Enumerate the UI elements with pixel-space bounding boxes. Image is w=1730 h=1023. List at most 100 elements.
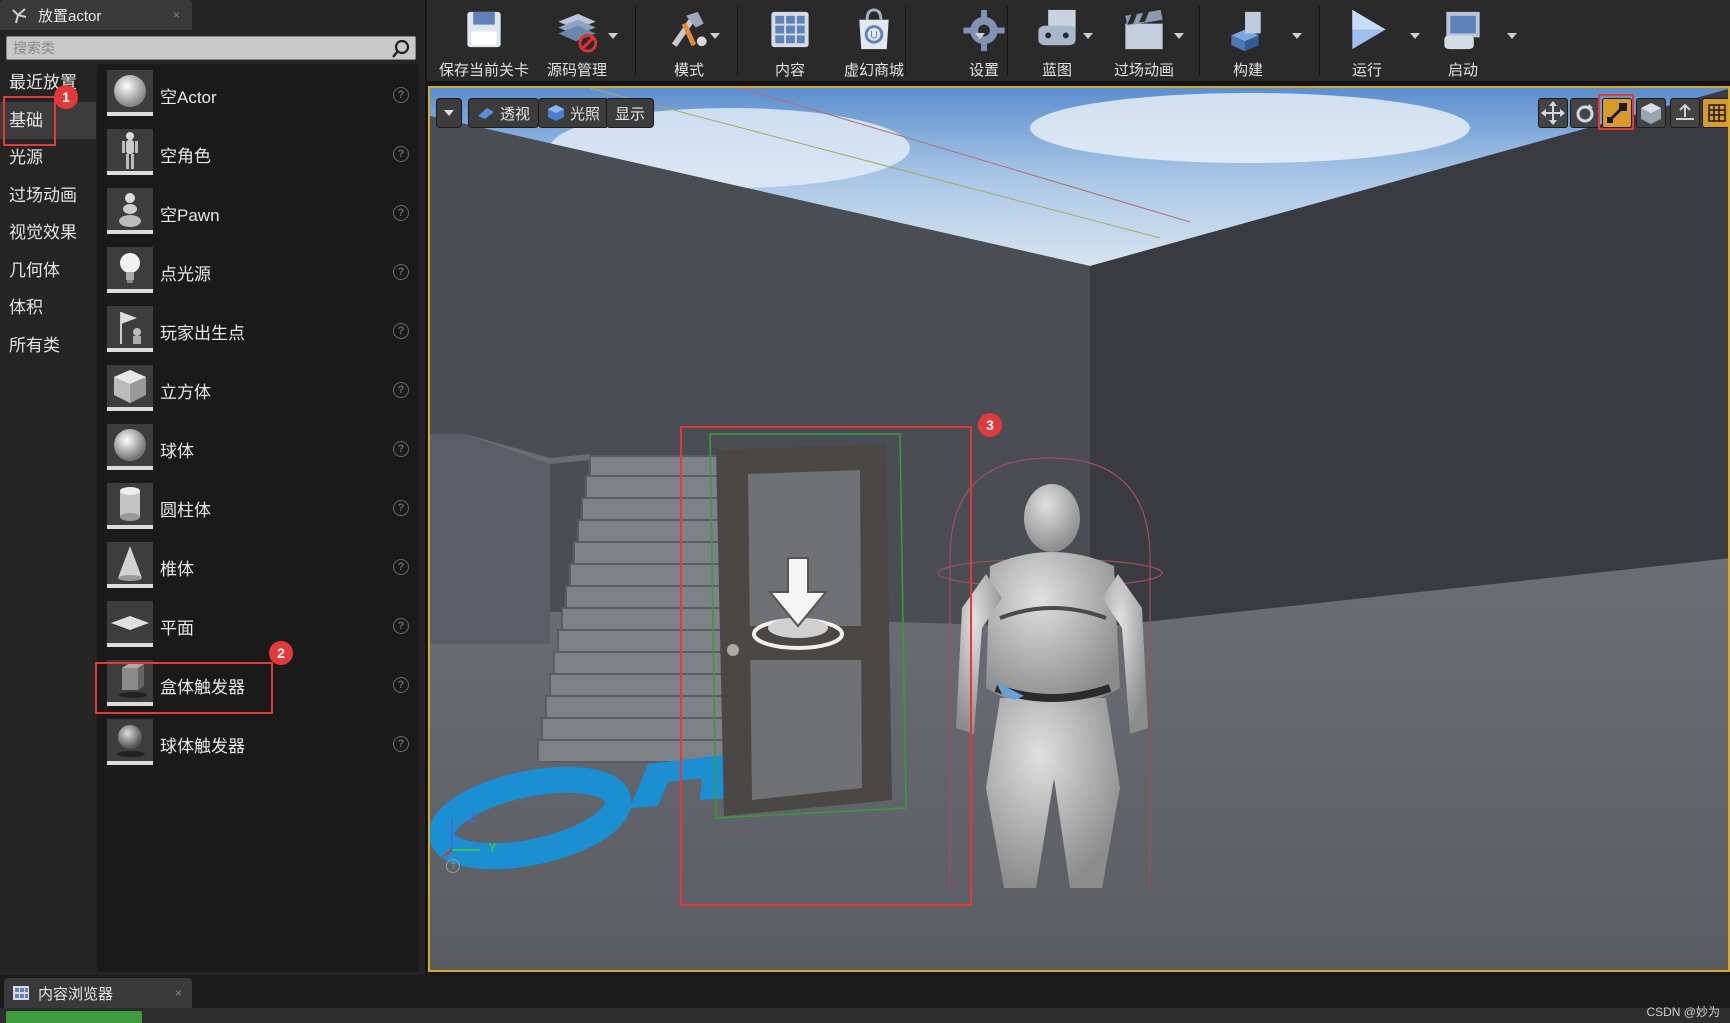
rotate-tool-icon[interactable] (1570, 98, 1600, 128)
svg-text:U: U (870, 29, 878, 41)
help-icon[interactable]: ? (393, 323, 409, 339)
list-item-sphere-trigger[interactable]: 球体触发器 ? (97, 715, 419, 773)
category-volumes[interactable]: 体积 (0, 289, 96, 327)
category-basic[interactable]: 基础 (0, 101, 96, 139)
list-item-empty-character[interactable]: 空角色 ? (97, 125, 419, 183)
list-item-empty-actor[interactable]: 空Actor ? (97, 66, 419, 124)
place-actors-panel: 放置actor × 最近放置 基础 光源 过场动画 视觉效果 几何体 体积 所有… (0, 0, 425, 975)
category-lights[interactable]: 光源 (0, 139, 96, 177)
list-item-cylinder[interactable]: 圆柱体 ? (97, 479, 419, 537)
marketplace-button[interactable]: U 虚幻商城 (824, 0, 924, 80)
help-icon[interactable]: ? (393, 205, 409, 221)
category-cinematic[interactable]: 过场动画 (0, 177, 96, 215)
help-icon[interactable]: ? (446, 859, 460, 873)
toolbar-label: 启动 (1447, 62, 1478, 79)
close-icon[interactable]: × (175, 986, 182, 1000)
grid-snap-icon[interactable] (1702, 98, 1728, 128)
list-item-cone[interactable]: 椎体 ? (97, 538, 419, 596)
category-recent[interactable]: 最近放置 (0, 64, 96, 102)
build-button[interactable]: 构建 (1208, 0, 1288, 80)
modes-button[interactable]: 模式 (649, 0, 729, 80)
save-current-level-button[interactable]: 保存当前关卡 (436, 0, 532, 80)
help-icon[interactable]: ? (393, 87, 409, 103)
lighting-button[interactable]: 光照 (538, 98, 610, 128)
viewport-options-button[interactable] (436, 98, 462, 128)
surface-snapping-icon[interactable] (1670, 98, 1700, 128)
blueprints-button[interactable]: 蓝图 (1022, 0, 1092, 80)
axis-y-label: Y (488, 840, 497, 855)
bottom-bar: 内容浏览器 × CSDN @妙为 (0, 975, 1730, 1023)
help-icon[interactable]: ? (393, 559, 409, 575)
list-item-sphere[interactable]: 球体 ? (97, 420, 419, 478)
mannequin-icon (107, 129, 153, 175)
source-control-button[interactable]: 源码管理 (537, 0, 617, 80)
toolbar-separator (635, 6, 636, 76)
toolbar-separator (1007, 6, 1008, 76)
list-item-box-trigger[interactable]: 盒体触发器 ? (97, 656, 419, 714)
sphere-icon (107, 70, 153, 116)
toolbar-label: 构建 (1232, 62, 1263, 79)
source-control-dropdown-icon[interactable] (608, 33, 618, 39)
perspective-button[interactable]: 透视 (468, 98, 540, 128)
axis-z-label: Z (468, 810, 476, 825)
annotation-badge-3: 3 (978, 413, 1002, 437)
help-icon[interactable]: ? (393, 677, 409, 693)
actor-label: 球体触发器 (160, 736, 245, 756)
actor-label: 玩家出生点 (160, 323, 245, 343)
content-browser-tab[interactable]: 内容浏览器 × (4, 978, 192, 1008)
cinematics-icon (1125, 9, 1163, 50)
help-icon[interactable]: ? (393, 500, 409, 516)
launch-button[interactable]: 启动 (1425, 0, 1501, 80)
content-button[interactable]: 内容 (750, 0, 830, 80)
modes-dropdown-icon[interactable] (710, 33, 720, 39)
launch-dropdown-icon[interactable] (1507, 33, 1517, 39)
help-icon[interactable]: ? (393, 146, 409, 162)
level-viewport[interactable]: 透视 光照 显示 Z Y ? 3 4 (428, 86, 1730, 972)
list-item-point-light[interactable]: 点光源 ? (97, 243, 419, 301)
search-input[interactable] (7, 37, 387, 59)
add-new-button[interactable] (6, 1011, 142, 1023)
show-button[interactable]: 显示 (606, 98, 655, 128)
settings-button[interactable]: 设置 (949, 0, 1019, 80)
marketplace-icon: U (859, 8, 889, 50)
blueprints-dropdown-icon[interactable] (1083, 33, 1093, 39)
search-icon[interactable] (391, 39, 411, 59)
save-icon (467, 11, 501, 48)
help-icon[interactable]: ? (393, 382, 409, 398)
list-item-plane[interactable]: 平面 ? (97, 597, 419, 655)
list-item-empty-pawn[interactable]: 空Pawn ? (97, 184, 419, 242)
lighting-label: 光照 (570, 105, 601, 123)
cube-icon (107, 365, 153, 411)
help-icon[interactable]: ? (393, 264, 409, 280)
category-all-classes[interactable]: 所有类 (0, 327, 96, 365)
build-dropdown-icon[interactable] (1292, 33, 1302, 39)
list-item-cube[interactable]: 立方体 ? (97, 361, 419, 419)
list-item-player-start[interactable]: 玩家出生点 ? (97, 302, 419, 360)
help-icon[interactable]: ? (393, 736, 409, 752)
play-dropdown-icon[interactable] (1410, 33, 1420, 39)
sphere-icon (107, 424, 153, 470)
close-icon[interactable]: × (173, 8, 180, 22)
toolbar-label: 保存当前关卡 (438, 62, 529, 79)
perspective-label: 透视 (500, 105, 531, 123)
translate-tool-icon[interactable] (1538, 98, 1568, 128)
place-actors-tab[interactable]: 放置actor × (0, 0, 192, 30)
category-visual-effects[interactable]: 视觉效果 (0, 214, 96, 252)
toolbar-label: 模式 (673, 62, 704, 79)
scale-tool-icon[interactable] (1602, 98, 1632, 128)
show-label: 显示 (615, 105, 646, 123)
category-geometry[interactable]: 几何体 (0, 252, 96, 290)
play-button[interactable]: 运行 (1329, 0, 1405, 80)
help-icon[interactable]: ? (393, 618, 409, 634)
actor-label: 球体 (160, 441, 194, 461)
coordinate-space-icon[interactable] (1636, 98, 1666, 128)
settings-dropdown-icon[interactable] (975, 33, 985, 39)
cinematics-button[interactable]: 过场动画 (1099, 0, 1189, 80)
cinematics-dropdown-icon[interactable] (1174, 33, 1184, 39)
cylinder-icon (107, 483, 153, 529)
help-icon[interactable]: ? (393, 441, 409, 457)
player-start-icon (107, 306, 153, 352)
category-list: 最近放置 基础 光源 过场动画 视觉效果 几何体 体积 所有类 (0, 64, 96, 974)
actor-label: 圆柱体 (160, 500, 211, 520)
toolbar-label: 设置 (968, 62, 999, 79)
